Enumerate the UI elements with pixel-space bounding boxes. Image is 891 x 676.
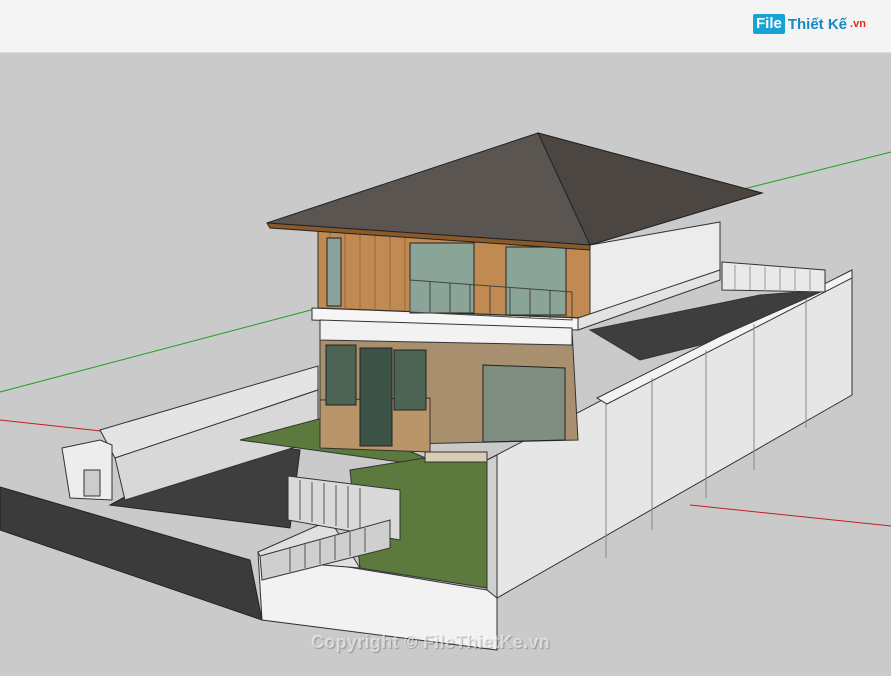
- upper-slim-window: [326, 237, 342, 307]
- window-center: [393, 349, 427, 411]
- logo-suffix: .vn: [850, 18, 866, 30]
- gate-slot: [83, 469, 101, 497]
- upper-window-left: [409, 242, 475, 314]
- logo-text: Thiết Kế: [787, 15, 848, 33]
- sliding-door: [482, 364, 566, 443]
- model-viewport[interactable]: [0, 53, 891, 676]
- copyright-watermark: Copyright © FileThietKe.vn: [311, 632, 551, 652]
- house-model-render: [0, 132, 891, 651]
- red-axis-far: [689, 504, 891, 527]
- front-step: [424, 451, 488, 463]
- site-header: File Thiết Kế .vn: [0, 0, 891, 53]
- red-axis: [0, 419, 111, 433]
- site-logo[interactable]: File Thiết Kế .vn: [753, 14, 866, 34]
- window-left: [325, 344, 357, 406]
- upper-window-right: [505, 246, 567, 316]
- logo-box: File: [753, 14, 785, 34]
- right-wall-end: [486, 454, 498, 599]
- door-main: [359, 347, 393, 447]
